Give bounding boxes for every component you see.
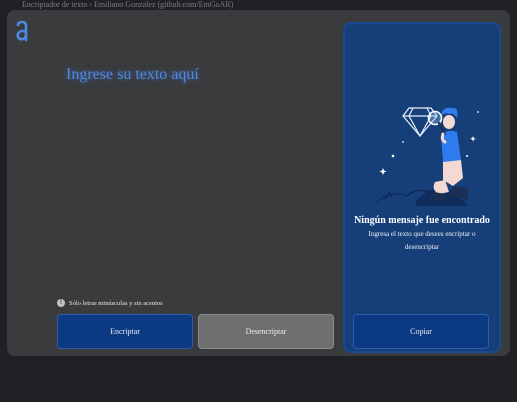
input-hint: ! Sólo letras minúsculas y sin acentos: [57, 298, 163, 308]
app-container: ! Sólo letras minúsculas y sin acentos E…: [7, 10, 510, 356]
hint-text: Sólo letras minúsculas y sin acentos: [69, 299, 163, 307]
encrypt-button[interactable]: Encriptar: [57, 314, 193, 349]
empty-message-body: Ingresa el texto que desees encriptar o …: [368, 230, 476, 251]
person-magnifier-diamond-illustration: [357, 82, 487, 212]
info-icon: !: [57, 299, 65, 307]
window-title: Encriptador de texto - Emiliano Gonzalez…: [22, 0, 234, 9]
output-panel: Ningún mensaje fue encontrado Ingresa el…: [343, 22, 501, 353]
empty-message-title: Ningún mensaje fue encontrado: [354, 215, 490, 226]
window-titlebar: Encriptador de texto - Emiliano Gonzalez…: [0, 0, 517, 10]
text-input[interactable]: [64, 64, 328, 92]
copy-button[interactable]: Copiar: [353, 314, 489, 349]
alura-a-icon: [15, 20, 29, 42]
decrypt-button[interactable]: Desencriptar: [198, 314, 334, 349]
